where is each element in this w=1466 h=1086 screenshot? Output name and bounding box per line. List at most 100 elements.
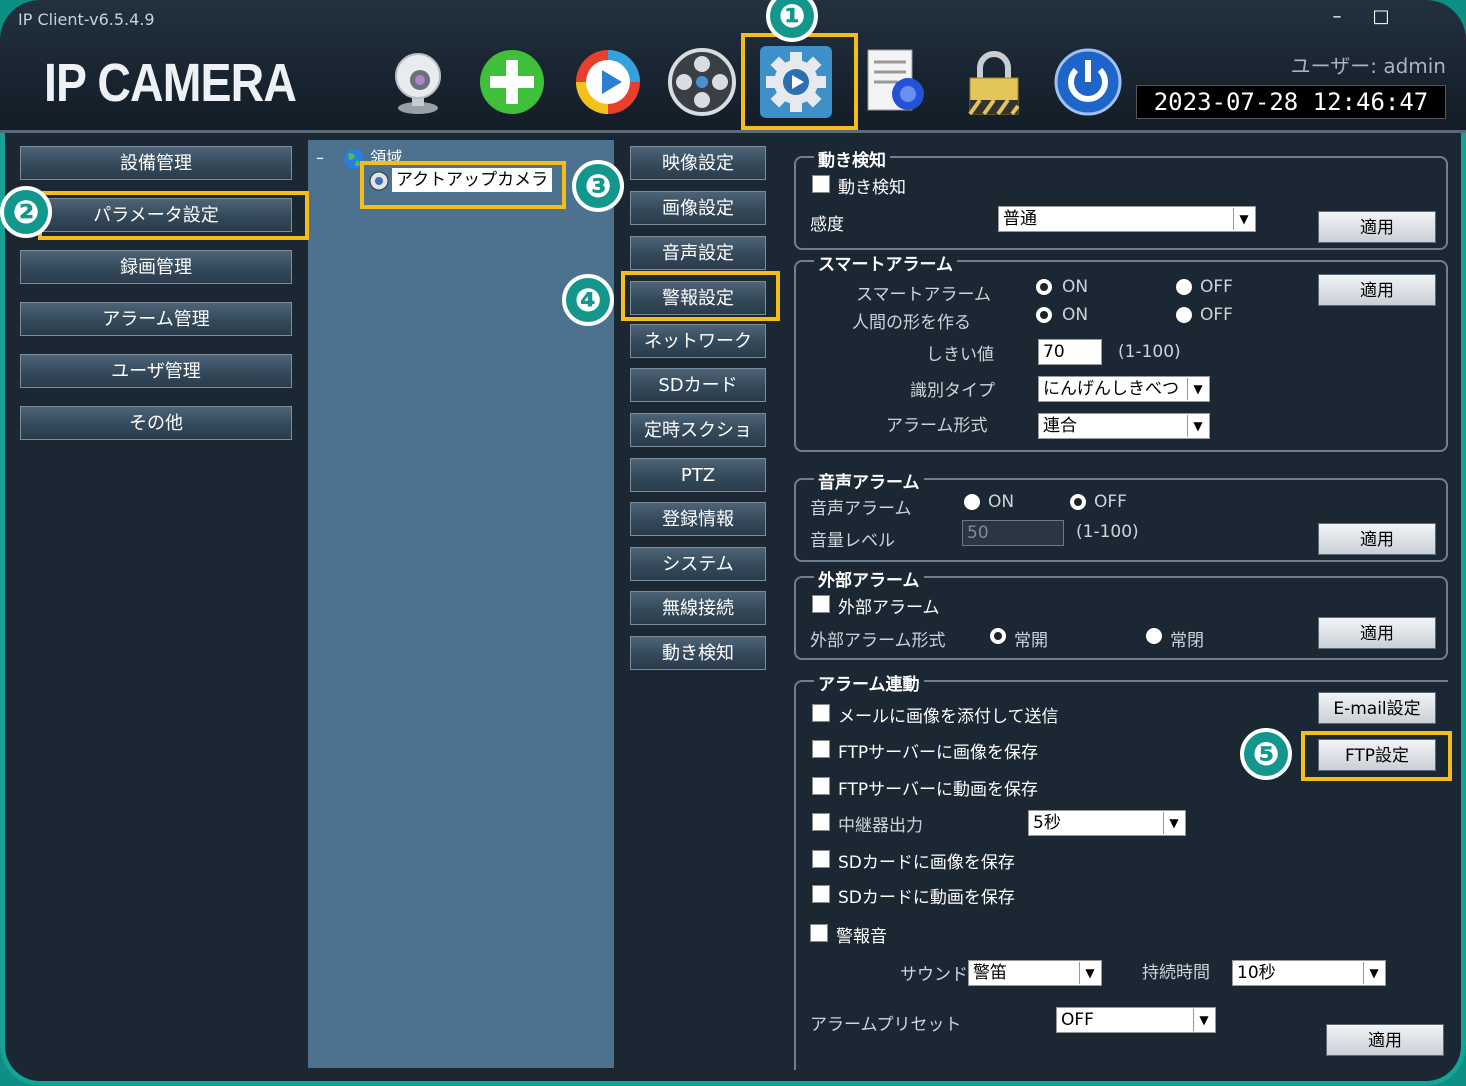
highlight-params xyxy=(38,191,309,240)
motion-apply-button[interactable]: 適用 xyxy=(1318,211,1436,243)
datetime-display: 2023-07-28 12:46:47 xyxy=(1136,85,1446,119)
external-alarm-checkbox-label: 外部アラーム xyxy=(838,598,940,618)
submenu-network[interactable]: ネットワーク xyxy=(630,324,766,358)
alarm-form-select[interactable]: 連合 ▼ xyxy=(1038,413,1210,439)
alarm-sound-checkbox[interactable] xyxy=(810,924,828,942)
submenu-snapshot[interactable]: 定時スクショ xyxy=(630,413,766,447)
audio-off-radio[interactable] xyxy=(1070,494,1086,510)
threshold-input[interactable]: 70 xyxy=(1038,339,1102,365)
motion-checkbox-label: 動き検知 xyxy=(838,178,906,198)
submenu-motion[interactable]: 動き検知 xyxy=(630,636,766,670)
ftp-image-checkbox[interactable] xyxy=(812,740,830,758)
email-settings-button[interactable]: E-mail設定 xyxy=(1318,692,1436,724)
collapse-icon[interactable]: – xyxy=(316,148,324,167)
chevron-down-icon: ▼ xyxy=(1187,415,1208,437)
relay-output-checkbox[interactable] xyxy=(812,813,830,831)
duration-value: 10秒 xyxy=(1237,963,1276,983)
audio-alarm-title: 音声アラーム xyxy=(814,468,924,493)
ftp-video-label: FTPサーバーに動画を保存 xyxy=(838,780,1038,800)
highlight-ftp xyxy=(1301,731,1452,781)
step-1-label: ❶ xyxy=(770,0,814,38)
lock-icon[interactable] xyxy=(958,46,1030,118)
audio-off-label: OFF xyxy=(1094,492,1127,512)
relay-select[interactable]: 5秒 ▼ xyxy=(1028,810,1186,836)
step-2-label: ❷ xyxy=(4,190,48,234)
sensitivity-select[interactable]: 普通 ▼ xyxy=(998,206,1256,232)
human-shape-on-radio[interactable] xyxy=(1036,307,1052,323)
step-badge-3: ❸ xyxy=(572,160,624,212)
normally-closed-radio[interactable] xyxy=(1146,628,1162,644)
relay-output-label: 中継器出力 xyxy=(838,816,923,836)
sidebar-item-device[interactable]: 設備管理 xyxy=(20,146,292,180)
human-shape-off-radio[interactable] xyxy=(1176,307,1192,323)
device-tree: – 領域 xyxy=(308,140,614,1068)
volume-input[interactable]: 50 xyxy=(962,520,1064,546)
minimize-button[interactable]: – xyxy=(1322,6,1352,30)
sound-label: サウンド xyxy=(900,965,968,985)
power-icon[interactable] xyxy=(1052,46,1124,118)
external-alarm-checkbox[interactable] xyxy=(812,595,830,613)
sound-select[interactable]: 警笛 ▼ xyxy=(968,960,1102,986)
webcam-icon[interactable] xyxy=(382,46,454,118)
audio-on-label: ON xyxy=(988,492,1015,512)
external-form-label: 外部アラーム形式 xyxy=(810,631,946,651)
submenu-register[interactable]: 登録情報 xyxy=(630,502,766,536)
link-apply-button[interactable]: 適用 xyxy=(1326,1024,1444,1056)
sound-value: 警笛 xyxy=(973,963,1007,983)
alarm-form-label: アラーム形式 xyxy=(886,416,988,436)
smart-alarm-off-label: OFF xyxy=(1200,277,1233,297)
smart-alarm-off-radio[interactable] xyxy=(1176,279,1192,295)
normally-open-radio[interactable] xyxy=(990,628,1006,644)
play-icon[interactable] xyxy=(572,46,644,118)
chevron-down-icon: ▼ xyxy=(1233,208,1254,230)
add-icon[interactable] xyxy=(476,46,548,118)
sd-video-checkbox[interactable] xyxy=(812,885,830,903)
audio-alarm-label: 音声アラーム xyxy=(810,499,912,519)
smart-alarm-on-label: ON xyxy=(1062,277,1089,297)
smart-alarm-on-radio[interactable] xyxy=(1036,279,1052,295)
sensitivity-value: 普通 xyxy=(1003,209,1037,229)
motion-checkbox[interactable] xyxy=(812,175,830,193)
type-select[interactable]: にんげんしきべつ ▼ xyxy=(1038,376,1210,402)
audio-on-radio[interactable] xyxy=(964,494,980,510)
window-title: IP Client-v6.5.4.9 xyxy=(18,10,155,29)
report-icon[interactable] xyxy=(862,46,934,118)
submenu-video[interactable]: 映像設定 xyxy=(630,146,766,180)
sd-image-checkbox[interactable] xyxy=(812,850,830,868)
step-5-label: ❺ xyxy=(1244,732,1288,776)
audio-apply-button[interactable]: 適用 xyxy=(1318,523,1436,555)
sidebar-item-alarm[interactable]: アラーム管理 xyxy=(20,302,292,336)
chevron-down-icon: ▼ xyxy=(1363,962,1384,984)
submenu-sdcard[interactable]: SDカード xyxy=(630,368,766,402)
email-image-checkbox[interactable] xyxy=(812,704,830,722)
ftp-video-checkbox[interactable] xyxy=(812,777,830,795)
volume-label: 音量レベル xyxy=(810,531,895,551)
type-value: にんげんしきべつ xyxy=(1043,379,1179,399)
submenu-audio[interactable]: 音声設定 xyxy=(630,236,766,270)
motion-title: 動き検知 xyxy=(814,146,890,171)
duration-select[interactable]: 10秒 ▼ xyxy=(1232,960,1386,986)
submenu-image[interactable]: 画像設定 xyxy=(630,191,766,225)
alarm-link-title: アラーム連動 xyxy=(814,670,924,695)
film-reel-icon[interactable] xyxy=(666,46,738,118)
duration-label: 持続時間 xyxy=(1142,963,1210,983)
sidebar-item-recording[interactable]: 録画管理 xyxy=(20,250,292,284)
email-image-label: メールに画像を添付して送信 xyxy=(838,707,1059,727)
submenu-system[interactable]: システム xyxy=(630,547,766,581)
type-label: 識別タイプ xyxy=(910,381,995,401)
submenu-wireless[interactable]: 無線接続 xyxy=(630,591,766,625)
sidebar-item-users[interactable]: ユーザ管理 xyxy=(20,354,292,388)
external-apply-button[interactable]: 適用 xyxy=(1318,617,1436,649)
sensitivity-label: 感度 xyxy=(810,215,844,235)
sidebar-item-other[interactable]: その他 xyxy=(20,406,292,440)
highlight-camera xyxy=(360,161,566,209)
human-shape-label: 人間の形を作る xyxy=(852,313,971,333)
smart-apply-button[interactable]: 適用 xyxy=(1318,274,1436,306)
sd-video-label: SDカードに動画を保存 xyxy=(838,888,1015,908)
relay-value: 5秒 xyxy=(1033,813,1061,833)
volume-range: (1-100) xyxy=(1076,522,1139,542)
preset-select[interactable]: OFF ▼ xyxy=(1056,1007,1216,1033)
maximize-button[interactable]: □ xyxy=(1366,6,1396,30)
smart-alarm-label: スマートアラーム xyxy=(856,285,991,305)
submenu-ptz[interactable]: PTZ xyxy=(630,458,766,492)
